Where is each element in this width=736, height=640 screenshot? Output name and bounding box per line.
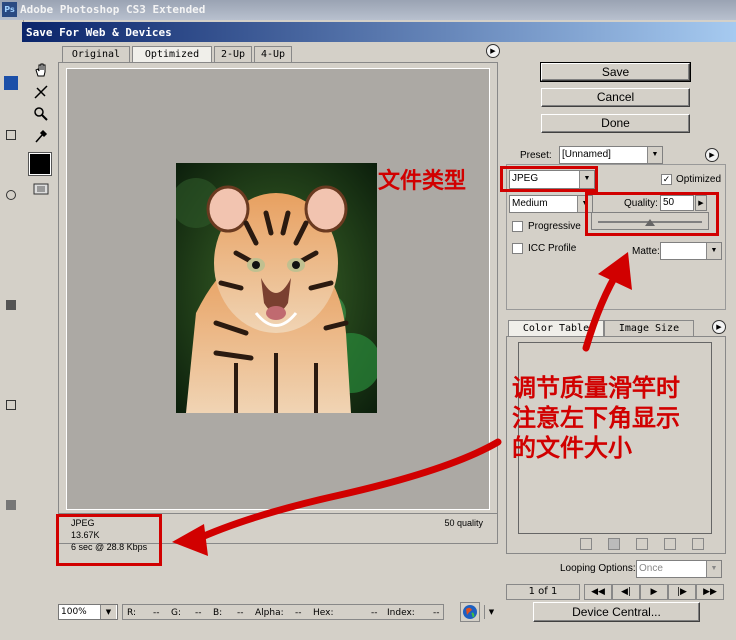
arrow-head-file-size — [172, 524, 208, 556]
arrow-to-file-size — [191, 438, 502, 544]
annotation-arrows — [172, 252, 632, 556]
arrow-head-quality — [598, 252, 632, 290]
